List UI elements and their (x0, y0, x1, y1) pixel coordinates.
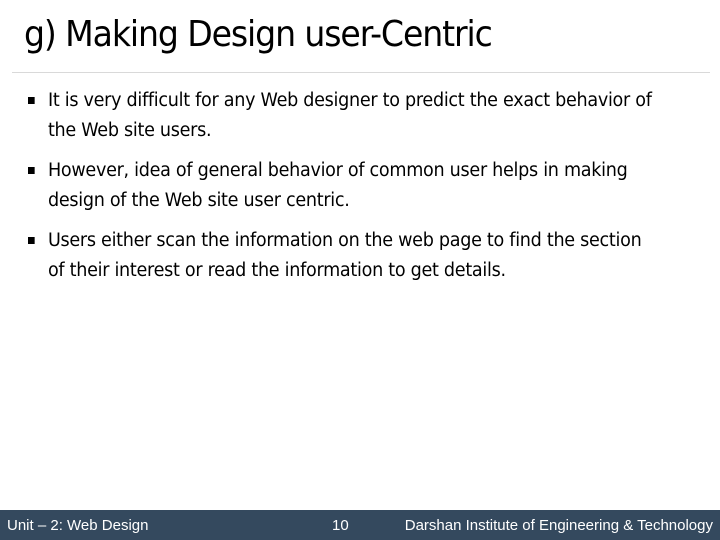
footer-institute: Darshan Institute of Engineering & Techn… (404, 517, 713, 534)
bullet-item: Users either scan the information on the… (28, 226, 656, 286)
footer-unit: Unit – 2: Web Design (7, 517, 149, 534)
bullet-list: It is very difficult for any Web designe… (28, 86, 700, 296)
square-bullet-icon (28, 237, 35, 244)
square-bullet-icon (28, 167, 35, 174)
bullet-item: However, idea of general behavior of com… (28, 156, 656, 216)
slide-footer: Unit – 2: Web Design 10 Darshan Institut… (0, 510, 720, 540)
title-divider (12, 72, 710, 73)
bullet-text: However, idea of general behavior of com… (47, 160, 628, 211)
bullet-item: It is very difficult for any Web designe… (28, 86, 656, 146)
bullet-text: Users either scan the information on the… (47, 230, 642, 281)
bullet-text: It is very difficult for any Web designe… (47, 90, 652, 141)
square-bullet-icon (28, 97, 35, 104)
slide-title: g) Making Design user-Centric (24, 14, 493, 55)
page-number: 10 (332, 517, 349, 534)
